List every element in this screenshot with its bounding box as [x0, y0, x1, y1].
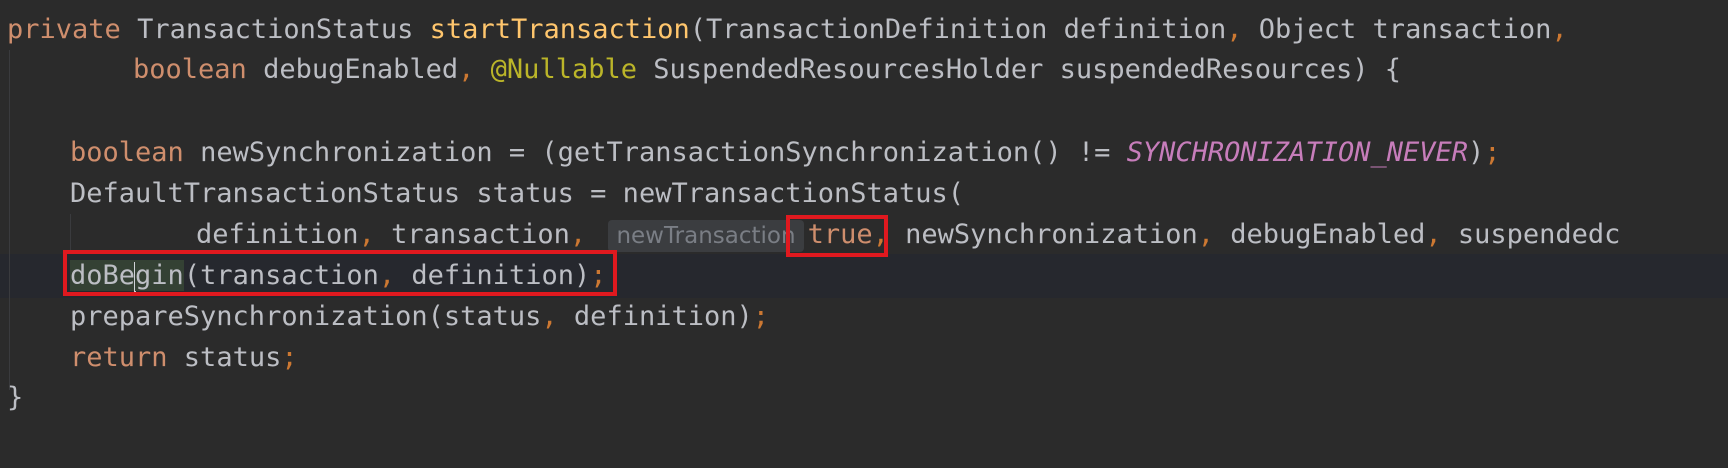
keyword-return: return [70, 342, 168, 373]
return-value: status [167, 342, 282, 373]
code-line-4: boolean newSynchronization = (getTransac… [70, 131, 1501, 175]
annotation-nullable: @Nullable [490, 54, 637, 85]
keyword-boolean: boolean [133, 54, 247, 85]
statement: prepareSynchronization(status [70, 301, 542, 332]
arg-debug-enabled: debugEnabled [1230, 219, 1426, 250]
highlight-box-dobegin [63, 250, 617, 296]
signature-end: ) { [1352, 54, 1402, 85]
keyword-boolean: boolean [70, 137, 184, 168]
arg-definition: definition [196, 219, 359, 250]
method-name[interactable]: startTransaction [430, 14, 690, 45]
comma: , [541, 301, 558, 332]
param-type-1: TransactionDefinition [706, 14, 1048, 45]
constant-sync-never: SYNCHRONIZATION_NEVER [1126, 137, 1468, 168]
code-line-10: } [7, 376, 23, 420]
keyword-private: private [7, 14, 121, 45]
expression: newSynchronization = (getTransactionSync… [200, 137, 1127, 168]
arg-transaction: transaction [391, 219, 570, 250]
code-line-5: DefaultTransactionStatus status = newTra… [70, 172, 964, 216]
code-line-2: boolean debugEnabled, @Nullable Suspende… [133, 48, 1401, 92]
paren-close: ) [1468, 137, 1485, 168]
highlight-box-true [786, 215, 888, 257]
param-name-1: definition [1063, 14, 1227, 45]
semicolon: ; [281, 342, 298, 373]
comma: , [1425, 219, 1442, 250]
comma: , [1226, 14, 1243, 45]
code-line-8: prepareSynchronization(status, definitio… [70, 295, 769, 339]
return-type: TransactionStatus [137, 14, 414, 45]
paren-open: ( [689, 14, 707, 45]
param-4: SuspendedResourcesHolder suspendedResour… [653, 54, 1353, 85]
parameter-hint: newTransaction [608, 219, 804, 252]
code-line-1: private TransactionStatus startTransacti… [7, 8, 1568, 52]
arg-suspended: suspendedc [1457, 219, 1621, 250]
comma: , [458, 54, 475, 85]
comma: , [1197, 219, 1214, 250]
statement-rest: definition) [557, 301, 753, 332]
arg-new-sync: newSynchronization [905, 219, 1198, 250]
param-2: Object transaction [1258, 14, 1552, 45]
comma: , [358, 219, 375, 250]
comma: , [1551, 14, 1568, 45]
closing-brace: } [7, 382, 24, 413]
indent-guide [9, 50, 10, 390]
code-editor[interactable]: private TransactionStatus startTransacti… [0, 0, 1728, 468]
code-line-9: return status; [70, 336, 298, 380]
statement: DefaultTransactionStatus status = newTra… [70, 178, 965, 209]
param-3: debugEnabled [263, 54, 459, 85]
semicolon: ; [752, 301, 770, 332]
indent-guide-inner [70, 214, 71, 254]
comma: , [569, 219, 587, 250]
semicolon: ; [1484, 137, 1501, 168]
